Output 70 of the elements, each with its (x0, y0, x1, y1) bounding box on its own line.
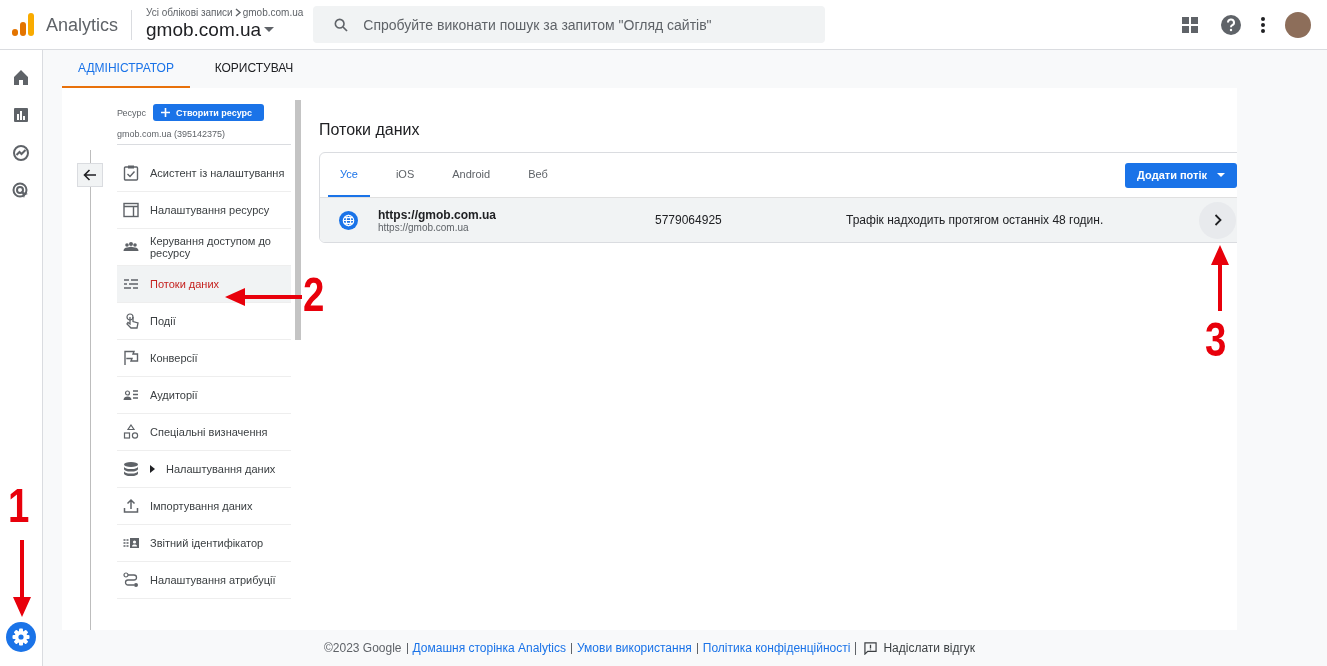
copyright-text: ©2023 Google (323, 641, 403, 655)
menu-item[interactable]: Події (117, 303, 291, 340)
menu-item[interactable]: Налаштування атрибуції (117, 562, 291, 599)
settings-icon[interactable] (6, 622, 36, 652)
id-badge-icon (123, 535, 139, 551)
property-selector[interactable]: gmob.com.ua (146, 18, 304, 42)
search-field[interactable]: Спробуйте виконати пошук за запитом "Огляд сайтів" (313, 6, 826, 43)
product-name: Analytics (46, 9, 133, 40)
scrollbar[interactable] (295, 100, 301, 340)
menu-item[interactable]: Асистент із налаштування (117, 155, 291, 192)
trend-circle-icon[interactable] (11, 143, 31, 163)
annotation-number: 2 (303, 271, 325, 319)
touch-hand-icon (123, 313, 139, 329)
feedback-icon (864, 641, 878, 655)
shapes-icon (123, 424, 139, 440)
annotation-arrow (1211, 245, 1229, 311)
database-icon (123, 461, 139, 477)
analytics-logo (12, 12, 34, 37)
flag-icon (123, 350, 139, 366)
person-list-icon (123, 387, 139, 403)
chevron-right-icon (1213, 214, 1222, 226)
filter-tab[interactable]: iOS (383, 153, 427, 197)
home-icon[interactable] (11, 67, 31, 87)
stream-lines-icon (123, 276, 139, 292)
footer-link[interactable]: Домашня сторінка Analytics (406, 642, 572, 654)
property-label: Ресурс (117, 107, 147, 118)
menu-item[interactable]: Аудиторії (117, 377, 291, 414)
filter-tab[interactable]: Веб (516, 153, 560, 197)
menu-item[interactable]: Потоки даних (117, 266, 291, 303)
upload-icon (123, 498, 139, 514)
menu-item[interactable]: Імпортування даних (117, 488, 291, 525)
admin-tab[interactable]: КОРИСТУВАЧ (190, 50, 318, 88)
arrow-left-icon (82, 169, 97, 181)
stream-name: https://gmob.com.ua (378, 207, 497, 222)
route-path-icon (123, 572, 139, 588)
caret-down-icon (264, 27, 275, 33)
menu-item[interactable]: Спеціальні визначення (117, 414, 291, 451)
breadcrumb-link[interactable]: gmob.com.ua (242, 7, 304, 18)
feedback-link[interactable]: Надіслати відгук (883, 642, 976, 654)
clipboard-check-icon (123, 165, 139, 181)
menu-item[interactable]: Звітний ідентифікатор (117, 525, 291, 562)
filter-tab[interactable]: Android (440, 153, 503, 197)
breadcrumb-link[interactable]: Усі облікові записи (146, 7, 233, 18)
menu-item[interactable]: Налаштування ресурсу (117, 192, 291, 229)
property-id: gmob.com.ua (395142375) (117, 121, 291, 145)
annotation-number: 3 (1205, 316, 1227, 364)
footer-link[interactable]: Умови використання (571, 642, 697, 654)
menu-item[interactable]: Налаштування даних (117, 451, 291, 488)
search-icon (333, 17, 350, 33)
chevron-right-icon (233, 8, 242, 17)
more-vertical-icon[interactable] (1260, 16, 1266, 33)
layout-panel-icon (123, 202, 139, 218)
caret-down-icon (1217, 173, 1225, 177)
help-icon[interactable] (1221, 14, 1241, 35)
menu-item[interactable]: Конверсії (117, 340, 291, 377)
back-button[interactable] (76, 163, 103, 187)
stream-status: Трафік надходить протягом останніх 48 годин. (846, 213, 1104, 227)
stream-url: https://gmob.com.ua (378, 221, 469, 233)
footer-link[interactable]: Політика конфіденційності (696, 642, 856, 654)
plus-icon (161, 108, 171, 117)
apps-grid-icon[interactable] (1182, 16, 1198, 33)
globe-icon (339, 210, 358, 230)
add-stream-button[interactable]: Додати потік (1125, 162, 1237, 188)
annotation-number: 1 (8, 482, 30, 530)
bar-chart-icon[interactable] (11, 105, 31, 125)
create-property-button[interactable]: Створити ресурс (153, 104, 265, 121)
stream-id: 5779064925 (655, 213, 723, 227)
stream-row[interactable]: https://gmob.com.ua https://gmob.com.ua 5779064925 Трафік надходить протягом останніх 48 годин. (320, 197, 1237, 242)
page-title: Потоки даних (319, 121, 421, 139)
user-avatar[interactable] (1285, 11, 1311, 38)
